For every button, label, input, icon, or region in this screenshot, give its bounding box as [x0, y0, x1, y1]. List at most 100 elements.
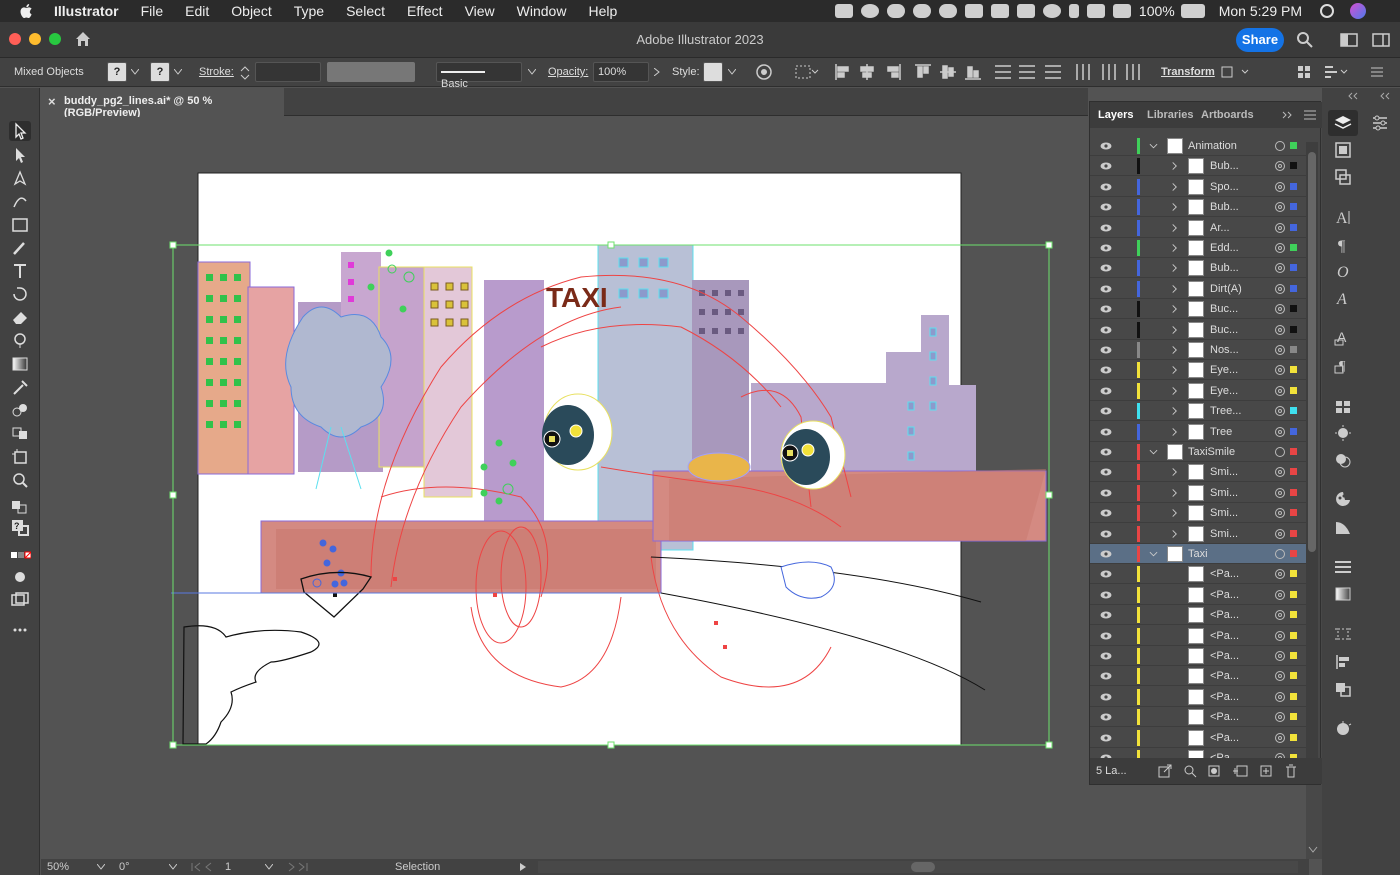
visibility-eye-icon[interactable]: [1100, 672, 1112, 680]
character-icon[interactable]: A: [1333, 208, 1353, 226]
fill-dropdown-icon[interactable]: [131, 69, 139, 75]
wifi-icon[interactable]: [1086, 4, 1105, 18]
target-circle-icon[interactable]: [1275, 610, 1285, 621]
target-circle-icon[interactable]: [1275, 528, 1285, 539]
artboard-number[interactable]: 1: [225, 861, 231, 873]
layer-row[interactable]: Animation: [1090, 136, 1306, 156]
visibility-eye-icon[interactable]: [1100, 387, 1112, 395]
selection-square[interactable]: [1290, 509, 1297, 517]
selection-square[interactable]: [1290, 529, 1297, 537]
chevron-right-icon[interactable]: [1170, 325, 1179, 335]
visibility-eye-icon[interactable]: [1100, 570, 1112, 578]
selection-square[interactable]: [1290, 713, 1297, 721]
variable-width-profile[interactable]: [327, 62, 415, 82]
selection-square[interactable]: [1290, 733, 1297, 741]
visibility-eye-icon[interactable]: [1100, 468, 1112, 476]
selection-square[interactable]: [1290, 590, 1297, 598]
navigator-icon[interactable]: [1333, 720, 1353, 738]
properties-icon[interactable]: [1370, 114, 1390, 132]
gradient-tool[interactable]: [9, 354, 31, 374]
chevron-right-icon[interactable]: [1170, 223, 1179, 233]
rotate-tool[interactable]: [9, 284, 31, 304]
align-to-selection-icon[interactable]: [795, 64, 819, 80]
chevron-right-icon[interactable]: [1170, 406, 1179, 416]
layer-row[interactable]: Bub...: [1090, 197, 1306, 218]
visibility-eye-icon[interactable]: [1100, 264, 1112, 272]
chevron-right-icon[interactable]: [1170, 427, 1179, 437]
chevron-right-icon[interactable]: [1170, 386, 1179, 396]
align-buttons-icon[interactable]: [833, 63, 1143, 81]
selection-square[interactable]: [1290, 325, 1297, 333]
chevron-right-icon[interactable]: [1170, 182, 1179, 192]
shape-builder-tool[interactable]: [9, 423, 31, 443]
selection-square[interactable]: [1290, 570, 1297, 578]
layer-row[interactable]: Bub...: [1090, 156, 1306, 177]
gradient-panel-icon[interactable]: [1333, 585, 1353, 603]
first-artboard-icon[interactable]: [191, 862, 215, 872]
glyphs-icon[interactable]: A: [1333, 289, 1353, 307]
layer-row[interactable]: Eye...: [1090, 360, 1306, 381]
target-circle-icon[interactable]: [1275, 569, 1285, 580]
chevron-right-icon[interactable]: [1170, 345, 1179, 355]
brush-dropdown-icon[interactable]: [528, 69, 536, 75]
target-circle-icon[interactable]: [1275, 712, 1285, 723]
visibility-eye-icon[interactable]: [1100, 162, 1112, 170]
delete-layer-icon[interactable]: [1284, 764, 1298, 778]
new-sublayer-icon[interactable]: [1232, 764, 1250, 778]
selection-square[interactable]: [1290, 652, 1297, 659]
visibility-eye-icon[interactable]: [1100, 407, 1112, 415]
chevron-right-icon[interactable]: [1170, 365, 1179, 375]
layer-row[interactable]: <Pa...: [1090, 728, 1306, 748]
layer-row[interactable]: Edd...: [1090, 238, 1306, 258]
display-icon[interactable]: [1016, 4, 1035, 18]
chevron-right-icon[interactable]: [1170, 529, 1179, 539]
visibility-eye-icon[interactable]: [1100, 183, 1112, 191]
fill-stroke-question[interactable]: ?: [9, 517, 31, 537]
opacity-label[interactable]: Opacity:: [548, 66, 588, 78]
menu-object[interactable]: Object: [231, 3, 271, 19]
search-icon[interactable]: [1296, 31, 1314, 49]
battery-icon[interactable]: [1180, 4, 1205, 18]
target-circle-icon[interactable]: [1275, 508, 1285, 519]
eraser-tool[interactable]: [9, 307, 31, 327]
layer-row[interactable]: Eye...: [1090, 381, 1306, 401]
layer-row[interactable]: <Pa...: [1090, 687, 1306, 707]
libraries-icon[interactable]: [1333, 141, 1353, 159]
target-circle-icon[interactable]: [1275, 304, 1285, 315]
chevron-right-icon[interactable]: [1170, 243, 1179, 253]
menu-window[interactable]: Window: [517, 3, 567, 19]
selection-square[interactable]: [1290, 162, 1297, 170]
chevron-right-icon[interactable]: [1170, 263, 1179, 273]
clock[interactable]: Mon 5:29 PM: [1219, 3, 1302, 19]
target-circle-icon[interactable]: [1275, 141, 1285, 151]
recolor-artwork-icon[interactable]: [756, 64, 772, 80]
visibility-eye-icon[interactable]: [1100, 652, 1112, 660]
extension-icon[interactable]: [990, 4, 1009, 18]
layer-row[interactable]: Buc...: [1090, 299, 1306, 320]
visibility-eye-icon[interactable]: [1100, 224, 1112, 232]
cloud-icon-2[interactable]: [912, 4, 931, 18]
chevron-right-icon[interactable]: [1170, 284, 1179, 294]
target-circle-icon[interactable]: [1275, 487, 1285, 498]
edit-toolbar-button[interactable]: [9, 620, 31, 640]
layer-row[interactable]: <Pa...: [1090, 646, 1306, 666]
opentype-icon[interactable]: O: [1333, 262, 1353, 280]
zoom-level[interactable]: 50%: [47, 861, 69, 873]
siri-icon[interactable]: [1350, 3, 1366, 19]
stroke-stepper-icon[interactable]: [240, 64, 250, 82]
panel-overflow-icon[interactable]: [1282, 111, 1294, 119]
selection-square[interactable]: [1290, 142, 1297, 149]
pen-tool[interactable]: [9, 168, 31, 188]
style-dropdown-icon[interactable]: [728, 69, 736, 75]
target-circle-icon[interactable]: [1275, 365, 1285, 376]
layer-row[interactable]: Buc...: [1090, 320, 1306, 340]
layer-row[interactable]: Smi...: [1090, 462, 1306, 483]
selection-square[interactable]: [1290, 427, 1297, 435]
opacity-arrow-icon[interactable]: [654, 68, 660, 76]
panel-menu-icon[interactable]: [1370, 65, 1384, 79]
blend-tool[interactable]: [9, 400, 31, 420]
cloud-sync-icon[interactable]: [860, 4, 879, 18]
selection-square[interactable]: [1290, 223, 1297, 231]
pathfinder-icon[interactable]: [1333, 680, 1353, 698]
export-icon[interactable]: [1158, 764, 1172, 778]
